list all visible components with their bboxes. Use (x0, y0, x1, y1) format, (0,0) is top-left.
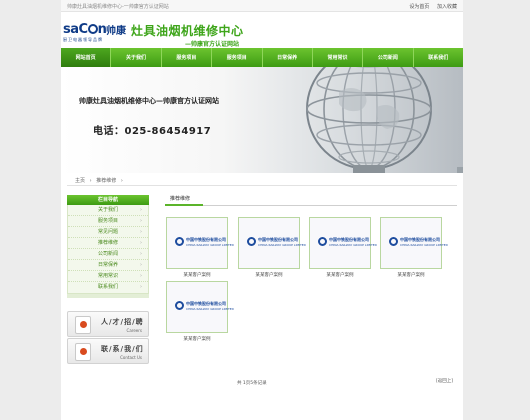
nav-item-about[interactable]: 关于我们 (111, 48, 162, 67)
page: 帅康灶具油烟机维修中心-一帅康官方认证网站 设为首页 加入收藏 saC n 帅康 … (61, 0, 463, 420)
logo-ring-icon (87, 24, 98, 34)
logo-chinese: 帅康 (106, 26, 126, 37)
case-card[interactable]: 中国中铁股份有限公司 CHINA RAILWAY GROUP LIMITED 某… (166, 217, 234, 278)
globe-image (306, 67, 432, 173)
nav-item-repair[interactable]: 服务项目 (212, 48, 263, 67)
sidebar-item-news[interactable]: 公司新闻 › (68, 249, 148, 260)
logo-slogan: 厨卫电器领导品牌 (63, 37, 103, 42)
pagination: 共 1页5条记录 [返回上] (165, 378, 457, 388)
contact-button[interactable]: 联/系/我/们 Contact Us (67, 338, 149, 364)
chevron-right-icon: › (140, 218, 142, 224)
main-content: 推荐维修 中国中铁股份有限公司 CHINA RAILWAY GROUP LIMI… (165, 195, 457, 342)
case-card[interactable]: 中国中铁股份有限公司 CHINA RAILWAY GROUP LIMITED 某… (166, 281, 234, 342)
brand-subtitle: —帅康官方认证网站 (185, 41, 240, 48)
breadcrumb: 主页 › 推荐维修 › (67, 175, 457, 186)
company-logo-icon (247, 237, 256, 246)
case-thumbnail[interactable]: 中国中铁股份有限公司 CHINA RAILWAY GROUP LIMITED (166, 217, 234, 269)
sidebar-item-knowledge[interactable]: 常用常识 › (68, 271, 148, 282)
nav-item-home[interactable]: 网站首页 (61, 48, 112, 67)
case-card[interactable]: 中国中铁股份有限公司 CHINA RAILWAY GROUP LIMITED 某… (238, 217, 306, 278)
sidebar: 栏目导航 关于我们 › 服务项目 › 常见问题 › 推荐维修 › 公司新闻 › 日常保养 ›… (67, 195, 149, 298)
case-card[interactable]: 中国中铁股份有限公司 CHINA RAILWAY GROUP LIMITED 某… (380, 217, 448, 278)
sidebar-footer (67, 294, 149, 298)
sidebar-title: 栏目导航 (67, 195, 149, 205)
sidebar-list: 关于我们 › 服务项目 › 常见问题 › 推荐维修 › 公司新闻 › 日常保养 › 常用常识… (67, 205, 149, 294)
top-bar: 帅康灶具油烟机维修中心-一帅康官方认证网站 设为首页 加入收藏 (61, 0, 463, 12)
banner-title: 帅康灶具油烟机维修中心—帅康官方认证网站 (79, 97, 219, 105)
case-thumbnail[interactable]: 中国中铁股份有限公司 CHINA RAILWAY GROUP LIMITED (238, 217, 306, 269)
chevron-right-icon: › (140, 262, 142, 268)
chevron-right-icon: › (140, 207, 142, 213)
section-title: 推荐维修 (165, 195, 457, 206)
case-caption[interactable]: 某某客户案例 (166, 272, 228, 278)
main-nav: 网站首页 关于我们 服务项目 服务项目 日常保养 常用常识 公司新闻 联系我们 (61, 48, 463, 67)
company-logo-icon (389, 237, 398, 246)
chevron-right-icon: › (140, 251, 142, 257)
banner-scroll-handle[interactable] (457, 167, 463, 173)
back-link[interactable]: [返回上] (436, 378, 453, 384)
case-caption[interactable]: 某某客户案例 (166, 336, 228, 342)
chevron-right-icon: › (140, 284, 142, 290)
contact-icon (75, 343, 91, 361)
breadcrumb-current[interactable]: 推荐维修 (96, 178, 116, 184)
site-description: 帅康灶具油烟机维修中心-一帅康官方认证网站 (67, 4, 169, 10)
careers-icon (75, 316, 91, 334)
top-links: 设为首页 加入收藏 (403, 3, 457, 10)
contact-title: 联/系/我/们 (101, 345, 144, 353)
sidebar-item-services[interactable]: 服务项目 › (68, 216, 148, 227)
case-thumbnail[interactable]: 中国中铁股份有限公司 CHINA RAILWAY GROUP LIMITED (166, 281, 234, 333)
sidebar-item-contact[interactable]: 联系我们 › (68, 282, 148, 293)
case-thumbnail[interactable]: 中国中铁股份有限公司 CHINA RAILWAY GROUP LIMITED (380, 217, 448, 269)
set-home-link[interactable]: 设为首页 (409, 4, 429, 10)
nav-item-news[interactable]: 公司新闻 (363, 48, 414, 67)
sidebar-item-repair[interactable]: 推荐维修 › (68, 238, 148, 249)
sidebar-item-maintenance[interactable]: 日常保养 › (68, 260, 148, 271)
case-caption[interactable]: 某某客户案例 (238, 272, 300, 278)
logo[interactable]: saC n 帅康 厨卫电器领导品牌 (63, 22, 127, 44)
chevron-right-icon: › (140, 240, 142, 246)
header: saC n 帅康 厨卫电器领导品牌 灶具油烟机维修中心 —帅康官方认证网站 (61, 12, 463, 48)
pagination-info: 共 1页5条记录 (237, 381, 267, 386)
case-card[interactable]: 中国中铁股份有限公司 CHINA RAILWAY GROUP LIMITED 某… (309, 217, 377, 278)
contact-subtitle: Contact Us (120, 355, 142, 360)
sidebar-item-about[interactable]: 关于我们 › (68, 205, 148, 216)
breadcrumb-home[interactable]: 主页 (75, 178, 85, 184)
banner-phone: 电话：025-86454917 (93, 126, 212, 137)
nav-item-knowledge[interactable]: 常用常识 (313, 48, 364, 67)
brand-title: 灶具油烟机维修中心 (131, 24, 244, 38)
case-caption[interactable]: 某某客户案例 (309, 272, 371, 278)
logo-wordmark: saC n (63, 22, 107, 37)
nav-item-contact[interactable]: 联系我们 (414, 48, 463, 67)
nav-item-maintenance[interactable]: 日常保养 (263, 48, 313, 67)
sidebar-item-faq[interactable]: 常见问题 › (68, 227, 148, 238)
company-logo-icon (318, 237, 327, 246)
case-caption[interactable]: 某某客户案例 (380, 272, 442, 278)
careers-subtitle: Careers (126, 328, 142, 333)
careers-button[interactable]: 人/才/招/聘 Careers (67, 311, 149, 337)
careers-title: 人/才/招/聘 (101, 318, 144, 326)
company-logo-icon (175, 301, 184, 310)
nav-item-services[interactable]: 服务项目 (162, 48, 213, 67)
chevron-right-icon: › (140, 229, 142, 235)
chevron-right-icon: › (140, 273, 142, 279)
hero-banner: 帅康灶具油烟机维修中心—帅康官方认证网站 电话：025-86454917 (61, 67, 463, 173)
add-favorite-link[interactable]: 加入收藏 (437, 4, 457, 10)
breadcrumb-separator: › (120, 178, 123, 184)
case-thumbnail[interactable]: 中国中铁股份有限公司 CHINA RAILWAY GROUP LIMITED (309, 217, 377, 269)
company-logo-icon (175, 237, 184, 246)
breadcrumb-separator: › (89, 178, 92, 184)
